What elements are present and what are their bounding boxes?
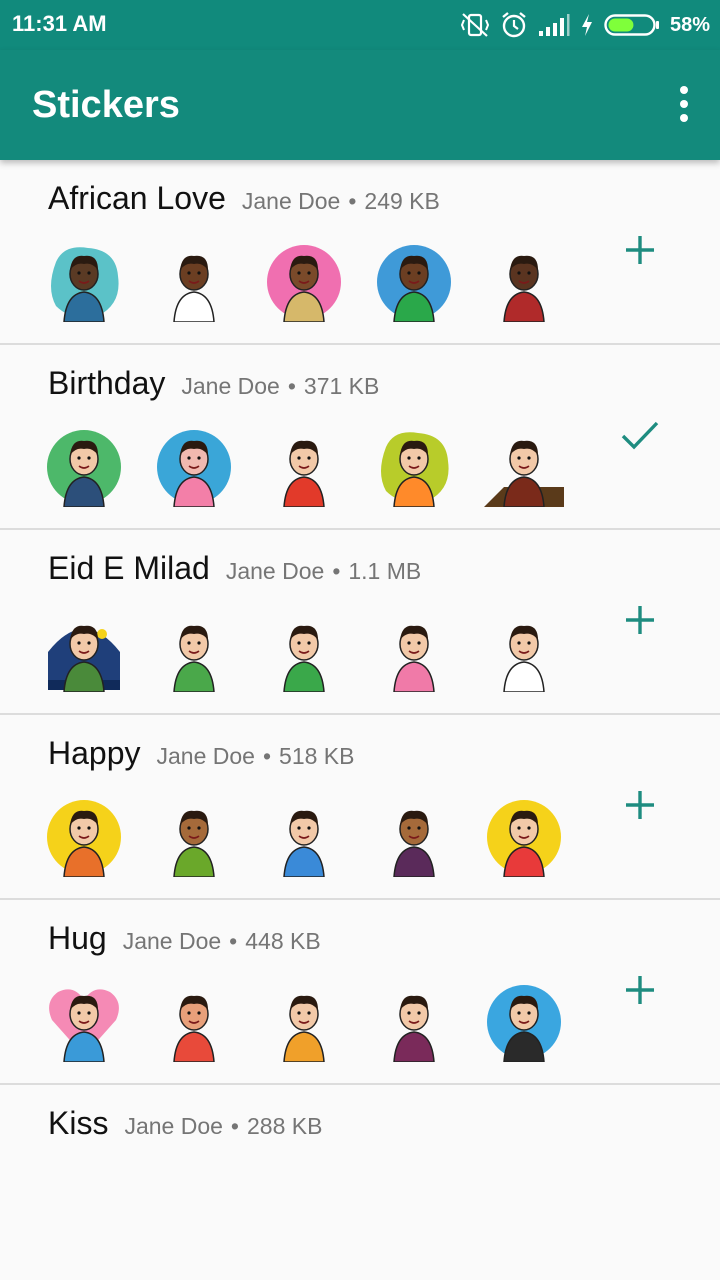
pack-meta: Jane Doe • 518 KB xyxy=(157,743,355,770)
pack-meta: Jane Doe • 1.1 MB xyxy=(226,558,421,585)
status-icons: 58% xyxy=(460,10,710,40)
pack-name: African Love xyxy=(48,180,226,216)
sticker-pack-row[interactable]: Happy Jane Doe • 518 KB xyxy=(0,715,720,900)
status-bar: 11:31 AM 58% xyxy=(0,0,720,50)
sticker-preview xyxy=(154,242,234,322)
sticker-preview xyxy=(484,612,564,692)
battery-icon xyxy=(604,13,660,37)
pack-header: Hug Jane Doe • 448 KB xyxy=(48,920,321,957)
check-icon xyxy=(620,418,660,457)
battery-percent: 58% xyxy=(669,13,710,36)
pack-header: Kiss Jane Doe • 288 KB xyxy=(48,1105,322,1142)
sticker-preview-strip xyxy=(44,982,564,1062)
signal-icon xyxy=(538,13,570,37)
sticker-preview xyxy=(44,982,124,1062)
sticker-preview xyxy=(154,427,234,507)
pack-size: 249 KB xyxy=(364,188,440,214)
pack-size: 1.1 MB xyxy=(348,558,422,584)
sticker-preview xyxy=(484,427,564,507)
add-icon xyxy=(623,973,657,1012)
sticker-preview xyxy=(44,797,124,877)
sticker-preview xyxy=(154,612,234,692)
add-pack-button[interactable] xyxy=(620,972,660,1012)
charging-icon xyxy=(580,13,594,37)
pack-size: 288 KB xyxy=(246,1113,323,1139)
pack-size: 518 KB xyxy=(279,743,355,769)
add-icon xyxy=(623,788,657,827)
add-pack-button[interactable] xyxy=(620,787,660,827)
sticker-preview xyxy=(374,797,454,877)
sticker-preview xyxy=(484,982,564,1062)
sticker-preview xyxy=(484,797,564,877)
pack-meta: Jane Doe • 448 KB xyxy=(123,928,321,955)
sticker-preview-strip xyxy=(44,797,564,877)
separator-dot: • xyxy=(262,743,272,769)
pack-name: Birthday xyxy=(48,365,166,401)
separator-dot: • xyxy=(230,1113,239,1139)
sticker-preview xyxy=(374,242,454,322)
sticker-preview xyxy=(154,797,234,877)
vibrate-off-icon xyxy=(460,12,490,38)
sticker-preview-strip xyxy=(44,612,564,692)
add-icon xyxy=(623,603,657,642)
pack-header: African Love Jane Doe • 249 KB xyxy=(48,180,440,217)
pack-meta: Jane Doe • 249 KB xyxy=(242,188,440,215)
status-time: 11:31 AM xyxy=(12,11,107,36)
pack-header: Happy Jane Doe • 518 KB xyxy=(48,735,354,772)
app-bar: Stickers xyxy=(0,50,720,160)
sticker-preview xyxy=(264,797,344,877)
overflow-menu-icon[interactable] xyxy=(672,86,696,122)
sticker-preview-strip xyxy=(44,242,564,322)
sticker-preview-strip xyxy=(44,427,564,507)
pack-meta: Jane Doe • 371 KB xyxy=(181,373,379,400)
sticker-preview xyxy=(264,427,344,507)
sticker-preview xyxy=(484,242,564,322)
separator-dot: • xyxy=(348,188,357,214)
sticker-pack-row[interactable]: Eid E Milad Jane Doe • 1.1 MB xyxy=(0,530,720,715)
alarm-icon xyxy=(500,11,528,39)
sticker-preview xyxy=(264,612,344,692)
pack-name: Kiss xyxy=(48,1105,109,1141)
sticker-preview xyxy=(44,427,124,507)
sticker-preview xyxy=(374,982,454,1062)
sticker-preview xyxy=(374,427,454,507)
separator-dot: • xyxy=(287,373,296,399)
overflow-dot xyxy=(680,100,688,108)
pack-author: Jane Doe xyxy=(225,558,325,584)
pack-author: Jane Doe xyxy=(241,188,341,214)
pack-size: 448 KB xyxy=(245,928,321,954)
add-icon xyxy=(623,233,657,272)
app-title: Stickers xyxy=(32,84,180,126)
pack-header: Eid E Milad Jane Doe • 1.1 MB xyxy=(48,550,421,587)
pack-size: 371 KB xyxy=(303,373,380,399)
sticker-preview xyxy=(44,612,124,692)
sticker-pack-row[interactable]: Birthday Jane Doe • 371 KB xyxy=(0,345,720,530)
sticker-preview xyxy=(154,982,234,1062)
pack-name: Hug xyxy=(48,920,107,956)
separator-dot: • xyxy=(229,928,238,954)
sticker-preview xyxy=(374,612,454,692)
add-pack-button[interactable] xyxy=(620,232,660,272)
overflow-dot xyxy=(680,114,688,122)
sticker-pack-row[interactable]: Kiss Jane Doe • 288 KB xyxy=(0,1085,720,1270)
pack-author: Jane Doe xyxy=(124,1113,223,1139)
sticker-pack-list: African Love Jane Doe • 249 KB Birthday Ja… xyxy=(0,160,720,1270)
separator-dot: • xyxy=(332,558,341,584)
overflow-dot xyxy=(680,86,688,94)
pack-author: Jane Doe xyxy=(122,928,222,954)
sticker-preview xyxy=(264,242,344,322)
pack-author: Jane Doe xyxy=(181,373,280,399)
pack-added-indicator xyxy=(620,417,660,457)
sticker-pack-row[interactable]: African Love Jane Doe • 249 KB xyxy=(0,160,720,345)
sticker-preview xyxy=(264,982,344,1062)
pack-name: Happy xyxy=(48,735,141,771)
sticker-pack-row[interactable]: Hug Jane Doe • 448 KB xyxy=(0,900,720,1085)
sticker-preview xyxy=(44,242,124,322)
pack-author: Jane Doe xyxy=(156,743,255,769)
pack-meta: Jane Doe • 288 KB xyxy=(124,1113,322,1140)
pack-header: Birthday Jane Doe • 371 KB xyxy=(48,365,379,402)
pack-name: Eid E Milad xyxy=(48,550,210,586)
add-pack-button[interactable] xyxy=(620,602,660,642)
